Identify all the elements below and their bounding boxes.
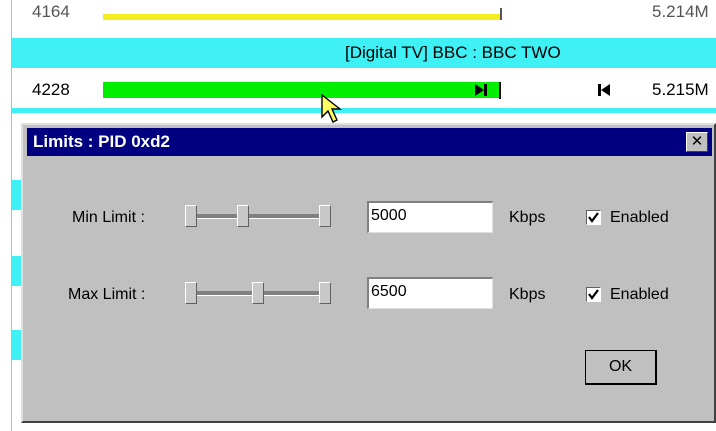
dialog-title: Limits : PID 0xd2	[33, 132, 170, 151]
row-tab	[12, 256, 21, 286]
dialog-titlebar[interactable]: Limits : PID 0xd2 ✕	[27, 128, 712, 156]
close-button[interactable]: ✕	[686, 132, 708, 152]
row-tab	[12, 330, 21, 360]
max-enabled-label: Enabled	[610, 286, 669, 303]
max-limit-input[interactable]: 6500	[367, 277, 493, 309]
max-enabled-checkbox[interactable]	[586, 287, 601, 302]
bitrate-bar[interactable]	[103, 82, 501, 98]
checkmark-icon	[588, 212, 599, 223]
min-limit-input[interactable]: 5000	[367, 201, 493, 233]
row-id: 4164	[32, 2, 70, 21]
slider-thumb[interactable]	[185, 205, 197, 227]
min-limit-label: Min Limit :	[72, 209, 145, 226]
min-enabled-label: Enabled	[610, 209, 669, 226]
arrow-cursor-icon	[321, 93, 343, 123]
slider-track	[191, 214, 325, 219]
row-tab	[12, 180, 21, 210]
max-limit-slider[interactable]	[185, 281, 331, 305]
slider-thumb[interactable]	[185, 282, 197, 304]
slider-thumb[interactable]	[319, 205, 331, 227]
row-rate: 5.214M	[652, 2, 709, 21]
bitrate-bar	[103, 14, 501, 20]
row-rate: 5.215M	[652, 80, 709, 99]
checkmark-icon	[588, 289, 599, 300]
channel-title: [Digital TV] BBC : BBC TWO	[345, 43, 561, 62]
close-icon: ✕	[690, 133, 704, 150]
max-limit-unit: Kbps	[509, 286, 546, 303]
row-id: 4228	[32, 80, 70, 99]
marker-left-icon[interactable]	[597, 83, 611, 97]
min-limit-unit: Kbps	[509, 209, 546, 226]
min-limit-slider[interactable]	[185, 204, 331, 228]
slider-thumb[interactable]	[252, 282, 264, 304]
slider-thumb[interactable]	[319, 282, 331, 304]
ok-button[interactable]: OK	[585, 350, 657, 385]
limits-dialog: Limits : PID 0xd2 ✕ Min Limit : 5000 Kbp…	[21, 123, 716, 423]
min-enabled-checkbox[interactable]	[586, 210, 601, 225]
bitrate-bar-end-tick	[500, 8, 502, 20]
bitrate-bar-end-tick	[499, 82, 501, 99]
slider-thumb[interactable]	[237, 205, 249, 227]
max-limit-label: Max Limit :	[68, 286, 146, 303]
row-separator	[12, 108, 716, 113]
marker-right-icon[interactable]	[474, 83, 488, 97]
